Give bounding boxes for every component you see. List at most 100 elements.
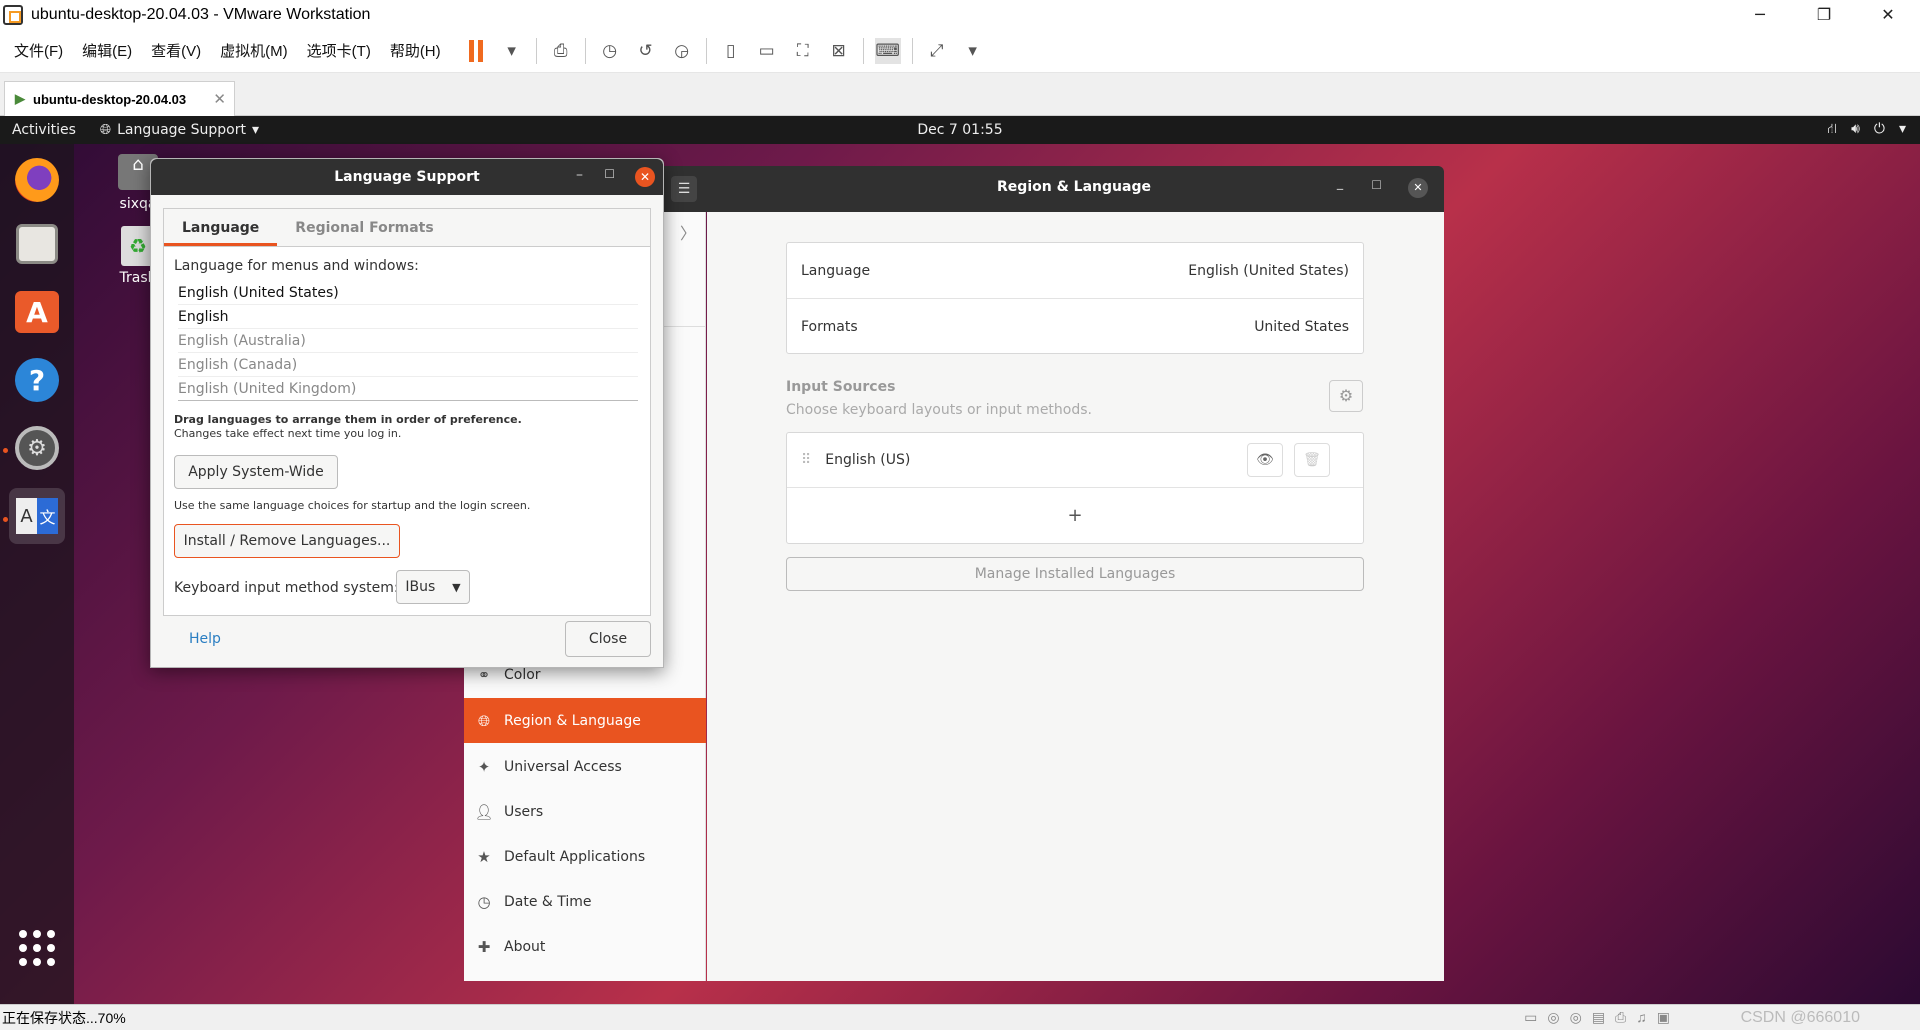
preview-button[interactable]: 👁︎	[1247, 443, 1283, 477]
menu-file[interactable]: 文件(F)	[14, 40, 63, 61]
sidebar-item-universal-access[interactable]: ✦ Universal Access	[464, 744, 706, 789]
list-item[interactable]: English (Canada)	[178, 353, 638, 377]
star-icon: ★	[477, 847, 491, 866]
language-row[interactable]: Language English (United States)	[787, 243, 1363, 299]
menu-view[interactable]: 查看(V)	[151, 40, 201, 61]
library-icon[interactable]: ▯	[718, 38, 744, 64]
firefox-icon[interactable]	[9, 152, 65, 208]
thumbnail-bar-icon[interactable]: ▭	[754, 38, 780, 64]
gnome-topbar: Activities 🌐︎ Language Support ▾ Dec 7 0…	[0, 116, 1920, 144]
settings-icon[interactable]: ⚙	[9, 420, 65, 476]
send-keys-icon[interactable]: ⎙	[548, 38, 574, 64]
dialog-title: Language Support	[334, 169, 480, 185]
settings-menu-icon[interactable]: ☰	[671, 176, 697, 202]
drag-hint: Drag languages to arrange them in order …	[174, 413, 522, 426]
close-button[interactable]: Close	[565, 621, 651, 657]
language-label: Language	[801, 262, 871, 279]
help-link[interactable]: Help	[189, 631, 221, 647]
vm-tab[interactable]: ▶ ubuntu-desktop-20.04.03 ✕	[4, 81, 235, 116]
tab-close-icon[interactable]: ✕	[213, 90, 226, 108]
manage-installed-languages-button[interactable]: Manage Installed Languages	[786, 557, 1364, 591]
language-list[interactable]: English (United States) English English …	[164, 281, 650, 401]
input-sources-title: Input Sources	[786, 379, 896, 395]
pause-icon[interactable]	[463, 38, 489, 64]
formats-label: Formats	[801, 319, 858, 335]
vmware-tab-strip: ▶ ubuntu-desktop-20.04.03 ✕	[0, 73, 1920, 116]
chevron-right-icon[interactable]: 〉	[680, 220, 696, 244]
power-icon: ⏻	[1873, 121, 1885, 137]
device-icons[interactable]: ▭◎◎▤⎙♫▣	[1524, 1009, 1680, 1026]
restore-button[interactable]: ❐	[1792, 0, 1856, 29]
input-source-row[interactable]: ⠿ English (US) 👁︎ 🗑︎	[787, 433, 1363, 488]
language-support-icon[interactable]: A文	[9, 488, 65, 544]
revert-snapshot-icon[interactable]: ↺	[633, 38, 659, 64]
app-menu-label: Language Support	[117, 122, 246, 138]
input-source-label: English (US)	[825, 452, 911, 468]
sidebar-item-users[interactable]: 👤︎ Users	[464, 789, 706, 834]
language-support-dialog: Language Support – ☐ ✕ Language Regional…	[150, 158, 664, 668]
input-sources-settings-button[interactable]: ⚙	[1329, 380, 1363, 412]
install-remove-languages-button[interactable]: Install / Remove Languages...	[174, 524, 400, 558]
vm-tab-icon: ▶	[15, 91, 25, 106]
list-item[interactable]: English (Australia)	[178, 329, 638, 353]
settings-close-button[interactable]: ✕	[1408, 178, 1428, 198]
volume-icon: 🔊︎	[1851, 121, 1860, 137]
unity-icon[interactable]: ⊠	[826, 38, 852, 64]
chevron-down-icon: ▾	[251, 122, 259, 138]
help-icon[interactable]: ?	[9, 352, 65, 408]
apply-system-wide-button[interactable]: Apply System-Wide	[174, 455, 338, 489]
settings-maximize-button[interactable]: ☐	[1371, 178, 1382, 192]
keyboard-input-label: Keyboard input method system:	[174, 580, 399, 596]
sidebar-item-about[interactable]: ✚ About	[464, 924, 706, 969]
input-sources-card: ⠿ English (US) 👁︎ 🗑︎ +	[786, 432, 1364, 544]
dialog-close-icon[interactable]: ✕	[635, 167, 655, 187]
settings-content: Language English (United States) Formats…	[707, 212, 1444, 981]
activities-button[interactable]: Activities	[12, 122, 76, 138]
stretch-icon[interactable]: ⤢	[924, 38, 950, 64]
keyboard-input-select[interactable]: IBus ▼	[396, 570, 470, 604]
system-tray[interactable]: ⛙ 🔊︎ ⏻ ▾	[1827, 121, 1906, 139]
dialog-maximize-button[interactable]: ☐	[604, 167, 615, 181]
formats-row[interactable]: Formats United States	[787, 299, 1363, 355]
vmware-toolbar: ▾ ⎙ ◷ ↺ ◶ ▯ ▭ ⛶ ⊠ ⌨ ⤢ ▾	[458, 37, 991, 64]
fullscreen-icon[interactable]: ⛶	[790, 38, 816, 64]
snapshot-icon[interactable]: ◷	[597, 38, 623, 64]
files-icon[interactable]	[9, 216, 65, 272]
list-item[interactable]: English (United States)	[178, 281, 638, 305]
close-window-button[interactable]: ✕	[1856, 0, 1920, 29]
minimize-button[interactable]: ─	[1728, 0, 1792, 29]
menu-tabs[interactable]: 选项卡(T)	[307, 40, 371, 61]
keyboard-input-value: IBus	[405, 579, 436, 595]
sidebar-item-default-applications[interactable]: ★ Default Applications	[464, 834, 706, 879]
snapshot-manager-icon[interactable]: ◶	[669, 38, 695, 64]
add-input-source-button[interactable]: +	[787, 488, 1363, 544]
stretch-dropdown-icon[interactable]: ▾	[960, 38, 986, 64]
show-applications-icon[interactable]	[9, 920, 65, 976]
dock: A ? ⚙ A文	[0, 144, 74, 1004]
clock[interactable]: Dec 7 01:55	[917, 122, 1002, 138]
dialog-minimize-button[interactable]: –	[576, 167, 583, 183]
language-value: English (United States)	[1188, 262, 1349, 279]
console-icon[interactable]: ⌨	[874, 37, 901, 64]
clock-icon: ◷	[477, 892, 491, 911]
dialog-headerbar: Language Support – ☐ ✕	[151, 159, 663, 195]
software-icon[interactable]: A	[9, 284, 65, 340]
menu-vm[interactable]: 虚拟机(M)	[220, 40, 288, 61]
menu-help[interactable]: 帮助(H)	[390, 40, 441, 61]
tab-language[interactable]: Language	[164, 209, 278, 246]
list-item[interactable]: English (United Kingdom)	[178, 377, 638, 401]
list-item[interactable]: English	[178, 305, 638, 329]
vmware-menubar: 文件(F) 编辑(E) 查看(V) 虚拟机(M) 选项卡(T) 帮助(H) ▾ …	[0, 29, 1920, 73]
window-title: ubuntu-desktop-20.04.03 - VMware Worksta…	[31, 5, 371, 23]
settings-minimize-button[interactable]: –	[1336, 179, 1344, 198]
app-menu[interactable]: 🌐︎ Language Support ▾	[100, 122, 259, 138]
sidebar-item-region-language[interactable]: 🌐︎ Region & Language	[464, 698, 706, 743]
tab-regional-formats[interactable]: Regional Formats	[277, 209, 451, 246]
guest-desktop: Activities 🌐︎ Language Support ▾ Dec 7 0…	[0, 116, 1920, 1004]
menu-edit[interactable]: 编辑(E)	[82, 40, 132, 61]
dialog-notebook: Language Regional Formats Language for m…	[163, 208, 651, 616]
remove-button[interactable]: 🗑︎	[1294, 443, 1330, 477]
drag-handle-icon[interactable]: ⠿	[801, 452, 811, 468]
dropdown-arrow-icon[interactable]: ▾	[499, 38, 525, 64]
sidebar-item-date-time[interactable]: ◷ Date & Time	[464, 879, 706, 924]
